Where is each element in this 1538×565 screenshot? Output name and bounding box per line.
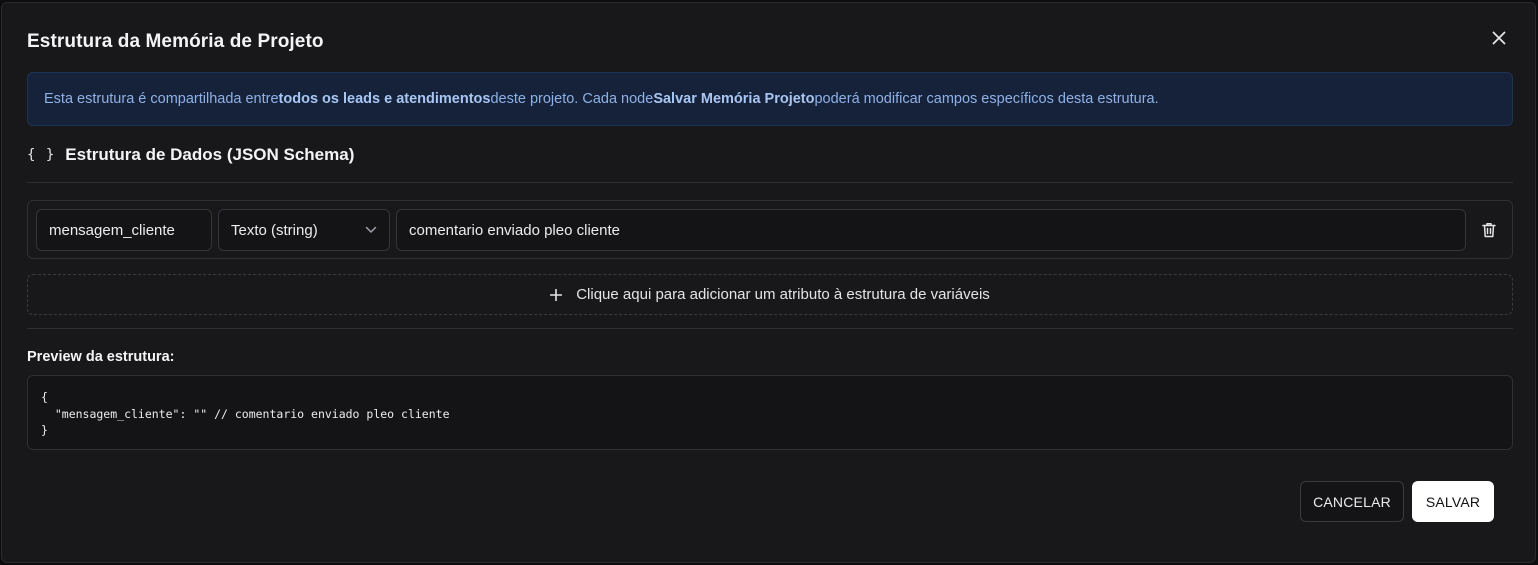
field-type-select[interactable]: Texto (string)	[218, 209, 390, 251]
project-memory-dialog: Estrutura da Memória de Projeto Esta est…	[1, 2, 1536, 563]
banner-text-2: deste projeto. Cada node	[490, 91, 654, 107]
dialog-title: Estrutura da Memória de Projeto	[27, 31, 324, 52]
schema-preview-code: { "mensagem_cliente": "" // comentario e…	[27, 375, 1513, 450]
divider	[27, 182, 1513, 183]
divider	[27, 328, 1513, 329]
banner-bold-1: todos os leads e atendimentos	[278, 91, 491, 107]
delete-field-button[interactable]	[1478, 219, 1500, 241]
save-button[interactable]: SALVAR	[1412, 481, 1494, 522]
plus-icon	[550, 288, 563, 301]
schema-section-title: Estrutura de Dados (JSON Schema)	[65, 145, 355, 164]
field-name-value: mensagem_cliente	[49, 221, 175, 239]
add-attribute-label: Clique aqui para adicionar um atributo à…	[576, 286, 990, 303]
trash-icon	[1482, 223, 1496, 238]
preview-label: Preview da estrutura:	[27, 349, 175, 365]
banner-bold-2: Salvar Memória Projeto	[653, 91, 815, 107]
banner-text-3: poderá modificar campos específicos dest…	[814, 91, 1159, 107]
cancel-button[interactable]: CANCELAR	[1300, 481, 1404, 522]
add-attribute-button[interactable]: Clique aqui para adicionar um atributo à…	[27, 274, 1513, 315]
field-description-input[interactable]: comentario enviado pleo cliente	[396, 209, 1466, 251]
close-button[interactable]	[1488, 27, 1510, 49]
field-type-value: Texto (string)	[231, 221, 318, 239]
schema-section-header: { } Estrutura de Dados (JSON Schema)	[27, 145, 354, 165]
info-banner: Esta estrutura é compartilhada entre tod…	[27, 72, 1513, 126]
chevron-down-icon	[365, 226, 377, 233]
banner-text-1: Esta estrutura é compartilhada entre	[44, 91, 279, 107]
braces-icon: { }	[27, 147, 56, 163]
schema-field-row: mensagem_cliente Texto (string) comentar…	[27, 200, 1513, 259]
field-description-value: comentario enviado pleo cliente	[409, 221, 620, 239]
close-icon	[1492, 31, 1506, 45]
field-name-input[interactable]: mensagem_cliente	[36, 209, 212, 251]
